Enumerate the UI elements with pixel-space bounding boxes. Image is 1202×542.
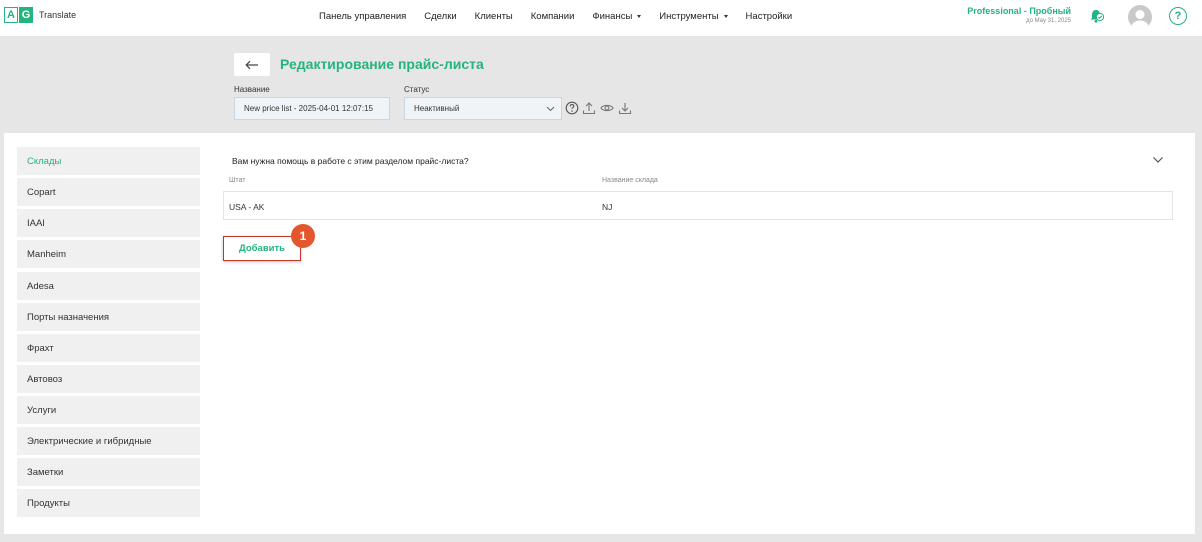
sidebar-item-adesa[interactable]: Adesa [17,272,200,300]
main-panel: Склады Copart IAAI Manheim Adesa Порты н… [4,133,1195,534]
nav-clients[interactable]: Клиенты [475,11,513,22]
column-header-warehouse-name: Название склада [602,177,658,184]
user-silhouette-icon [1131,10,1149,29]
nav-companies[interactable]: Компании [531,11,575,22]
sidebar-item-notes[interactable]: Заметки [17,458,200,486]
table-row[interactable]: USA - AK NJ [223,191,1173,220]
chevron-down-icon[interactable] [1152,154,1164,166]
download-icon[interactable] [618,101,632,115]
sidebar-item-copart[interactable]: Copart [17,178,200,206]
caret-down-icon [637,15,642,18]
notification-bell-icon[interactable] [1088,8,1104,24]
plan-info[interactable]: Professional - Пробный до May 31, 2025 [967,6,1071,24]
nav-dashboard[interactable]: Панель управления [319,11,406,22]
help-question[interactable]: Вам нужна помощь в работе с этим раздело… [232,156,469,166]
help-icon[interactable]: ? [1169,7,1187,25]
column-header-state: Штат [229,177,246,184]
status-select[interactable]: Неактивный [404,97,562,120]
logo-letter-g: G [19,7,33,23]
top-navbar: A G Translate Панель управления Сделки К… [0,0,1202,36]
app-logo[interactable]: A G Translate [4,7,76,23]
page-title: Редактирование прайс-листа [280,56,484,72]
nav-tools[interactable]: Инструменты [659,11,728,22]
plan-expiry: до May 31, 2025 [1026,18,1071,24]
arrow-left-icon [245,60,258,69]
sidebar-item-warehouses[interactable]: Склады [17,147,200,175]
main-nav: Панель управления Сделки Клиенты Компани… [319,11,810,22]
sidebar-item-services[interactable]: Услуги [17,396,200,424]
caret-down-icon [723,15,728,18]
logo-letter-a: A [4,7,18,23]
user-avatar[interactable] [1128,5,1152,29]
price-list-name-input[interactable]: New price list - 2025-04-01 12:07:15 [234,97,390,120]
sidebar-item-freight[interactable]: Фрахт [17,334,200,362]
sidebar-item-manheim[interactable]: Manheim [17,240,200,268]
sidebar-item-products[interactable]: Продукты [17,489,200,517]
plan-name: Professional - Пробный [967,6,1071,16]
step-marker-badge: 1 [291,224,315,248]
cell-warehouse-name: NJ [602,202,613,212]
eye-icon[interactable] [600,101,614,115]
status-selected-value: Неактивный [414,104,460,113]
logo-text: Translate [39,10,77,20]
back-button[interactable] [234,53,270,76]
nav-deals[interactable]: Сделки [424,11,456,22]
chevron-down-icon [546,106,555,112]
sidebar-item-car-carrier[interactable]: Автовоз [17,365,200,393]
add-button[interactable]: Добавить [223,236,301,261]
upload-icon[interactable] [582,101,596,115]
nav-settings[interactable]: Настройки [746,11,793,22]
sidebar-item-iaai[interactable]: IAAI [17,209,200,237]
sidebar-item-destination-ports[interactable]: Порты назначения [17,303,200,331]
nav-finance[interactable]: Финансы [592,11,642,22]
cell-state: USA - AK [229,202,265,212]
status-label: Статус [404,85,430,94]
sidebar-item-electric-hybrid[interactable]: Электрические и гибридные [17,427,200,455]
question-circle-icon[interactable] [565,101,579,115]
name-label: Название [234,85,270,94]
